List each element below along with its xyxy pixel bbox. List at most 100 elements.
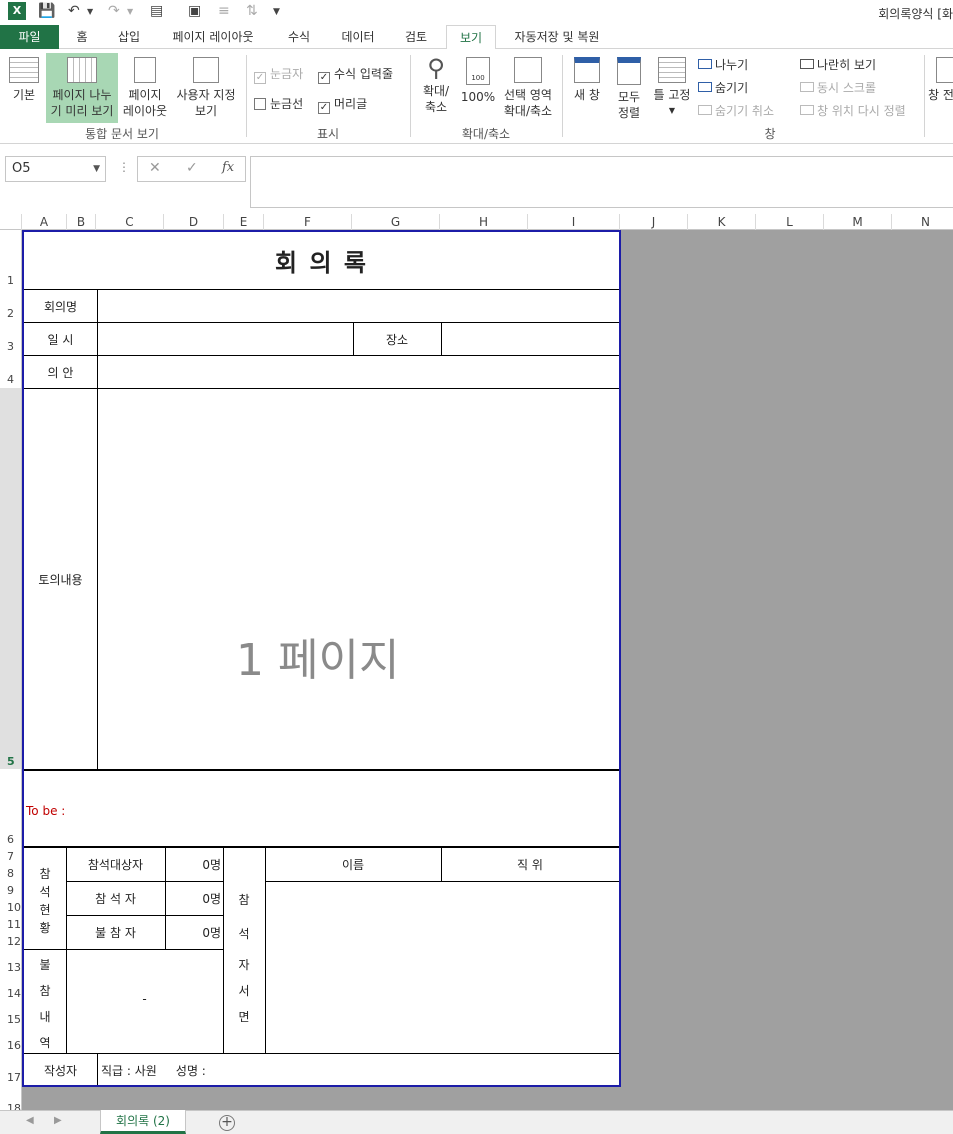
row-header[interactable]: 17 bbox=[0, 1071, 21, 1084]
column-header[interactable]: H bbox=[440, 214, 528, 230]
row-header[interactable]: 16 bbox=[0, 1039, 21, 1052]
absent-detail-char: 역 bbox=[39, 1036, 51, 1050]
tab-home[interactable]: 홈 bbox=[66, 25, 98, 49]
row-header[interactable]: 7 bbox=[0, 850, 21, 863]
column-header[interactable]: I bbox=[528, 214, 620, 230]
attendee-label: 참 석 자 bbox=[95, 892, 136, 906]
side-by-side-button[interactable]: 나란히 보기 bbox=[800, 56, 876, 73]
page-layout-icon bbox=[134, 57, 156, 83]
select-all-corner[interactable] bbox=[0, 214, 22, 230]
name-box[interactable]: O5 ▼ bbox=[5, 156, 106, 182]
switch-windows-icon bbox=[936, 57, 953, 83]
headings-checkbox[interactable]: ✓ 머리글 bbox=[318, 95, 367, 114]
row-header[interactable]: 13 bbox=[0, 961, 21, 974]
gridlines-checkbox[interactable]: 눈금선 bbox=[254, 95, 303, 112]
enter-icon[interactable]: ✓ bbox=[186, 160, 198, 176]
row-header[interactable]: 11 bbox=[0, 918, 21, 931]
row-header[interactable]: 18 bbox=[0, 1102, 21, 1110]
undo-dropdown-icon[interactable]: ▼ bbox=[87, 7, 93, 16]
meeting-minutes-form[interactable]: 회 의 록 회의명 일 시 장소 의 안 토의내용 1 페이지 To be : … bbox=[22, 230, 621, 1087]
zoom-selection-label-1: 선택 영역 bbox=[504, 88, 552, 102]
column-header[interactable]: G bbox=[352, 214, 440, 230]
switch-windows-button[interactable]: 창 전 bbox=[928, 53, 953, 123]
tab-file[interactable]: 파일 bbox=[0, 25, 59, 49]
tab-view[interactable]: 보기 bbox=[446, 25, 496, 50]
status-char: 석 bbox=[39, 885, 51, 899]
column-header[interactable]: F bbox=[264, 214, 352, 230]
agenda-label: 의 안 bbox=[47, 366, 74, 380]
page-break-preview-button[interactable]: 페이지 나누 기 미리 보기 bbox=[46, 53, 118, 123]
row-header[interactable]: 1 bbox=[0, 274, 21, 287]
row-header[interactable]: 5 bbox=[0, 755, 21, 768]
signature-char: 서 bbox=[238, 984, 250, 998]
row-header[interactable]: 12 bbox=[0, 935, 21, 948]
zoom-button[interactable]: ⚲ 확대/ 축소 bbox=[416, 53, 456, 123]
column-header[interactable]: B bbox=[67, 214, 96, 230]
arrange-all-button[interactable]: 모두 정렬 bbox=[610, 53, 648, 123]
tab-review[interactable]: 검토 bbox=[394, 25, 438, 49]
freeze-panes-button[interactable]: 틀 고정 ▼ bbox=[650, 53, 694, 123]
row-header[interactable]: 3 bbox=[0, 340, 21, 353]
tab-formulas[interactable]: 수식 bbox=[278, 25, 320, 49]
custom-views-button[interactable]: 사용자 지정 보기 bbox=[172, 53, 240, 123]
next-sheet-icon[interactable]: ▶ bbox=[54, 1115, 62, 1126]
grid-line bbox=[66, 915, 223, 916]
unhide-button[interactable]: 숨기기 취소 bbox=[698, 102, 774, 119]
customize-qat-icon[interactable]: ▼ bbox=[273, 7, 280, 17]
form-icon[interactable]: ▣ bbox=[188, 3, 201, 19]
cancel-icon[interactable]: ✕ bbox=[149, 160, 161, 176]
arrange-all-icon bbox=[617, 57, 641, 85]
reset-position-button[interactable]: 창 위치 다시 정렬 bbox=[800, 102, 906, 119]
tab-page-layout[interactable]: 페이지 레이아웃 bbox=[160, 25, 266, 49]
name-box-dropdown-icon[interactable]: ▼ bbox=[93, 157, 100, 181]
formula-buttons: ✕ ✓ fx bbox=[137, 156, 246, 182]
column-header[interactable]: L bbox=[756, 214, 824, 230]
writer-label: 작성자 bbox=[43, 1064, 78, 1078]
row-header[interactable]: 14 bbox=[0, 987, 21, 1000]
undo-icon[interactable]: ↶ bbox=[68, 3, 80, 19]
sync-scroll-button[interactable]: 동시 스크롤 bbox=[800, 79, 876, 96]
split-button[interactable]: 나누기 bbox=[698, 56, 748, 73]
zoom-selection-button[interactable]: 선택 영역 확대/축소 bbox=[500, 53, 556, 123]
row-header[interactable]: 10 bbox=[0, 901, 21, 914]
redo-dropdown-icon[interactable]: ▼ bbox=[127, 7, 133, 16]
row-header[interactable]: 9 bbox=[0, 884, 21, 897]
format-painter-icon[interactable]: ▤ bbox=[150, 3, 163, 19]
group-workbook-views: 통합 문서 보기 bbox=[85, 127, 159, 141]
formula-input[interactable] bbox=[250, 156, 953, 208]
column-header[interactable]: E bbox=[224, 214, 264, 230]
redo-icon[interactable]: ↷ bbox=[108, 3, 120, 19]
sort-icon[interactable]: ⇅ bbox=[246, 3, 258, 19]
add-sheet-icon[interactable]: + bbox=[219, 1115, 235, 1131]
new-window-button[interactable]: 새 창 bbox=[568, 53, 606, 123]
column-header[interactable]: A bbox=[22, 214, 67, 230]
formula-bar-checkbox[interactable]: ✓ 수식 입력줄 bbox=[318, 65, 393, 84]
normal-view-button[interactable]: 기본 bbox=[4, 53, 44, 123]
column-header[interactable]: J bbox=[620, 214, 688, 230]
column-header[interactable]: K bbox=[688, 214, 756, 230]
zoom-selection-icon bbox=[514, 57, 542, 83]
check-icon: ✓ bbox=[254, 72, 266, 84]
page-layout-view-button[interactable]: 페이지 레이아웃 bbox=[120, 53, 170, 123]
column-header[interactable]: D bbox=[164, 214, 224, 230]
column-header[interactable]: N bbox=[892, 214, 953, 230]
column-header[interactable]: C bbox=[96, 214, 164, 230]
tab-autosave[interactable]: 자동저장 및 복원 bbox=[504, 25, 610, 49]
prev-sheet-icon[interactable]: ◀ bbox=[26, 1115, 34, 1126]
align-icon[interactable]: ≡ bbox=[218, 3, 230, 19]
hide-button[interactable]: 숨기기 bbox=[698, 79, 748, 96]
tab-data[interactable]: 데이터 bbox=[332, 25, 384, 49]
ruler-checkbox[interactable]: ✓ 눈금자 bbox=[254, 65, 303, 84]
insert-function-icon[interactable]: fx bbox=[222, 160, 234, 175]
sheet-tab-active[interactable]: 회의록 (2) bbox=[100, 1110, 186, 1134]
signature-char: 참 bbox=[238, 893, 250, 907]
tab-insert[interactable]: 삽입 bbox=[108, 25, 150, 49]
column-header[interactable]: M bbox=[824, 214, 892, 230]
row-header[interactable]: 4 bbox=[0, 373, 21, 386]
row-header[interactable]: 8 bbox=[0, 867, 21, 880]
row-header[interactable]: 15 bbox=[0, 1013, 21, 1026]
zoom-100-button[interactable]: 100 100% bbox=[458, 53, 498, 123]
row-header[interactable]: 2 bbox=[0, 307, 21, 320]
row-header[interactable]: 6 bbox=[0, 833, 21, 846]
save-icon[interactable]: 💾 bbox=[38, 3, 55, 19]
